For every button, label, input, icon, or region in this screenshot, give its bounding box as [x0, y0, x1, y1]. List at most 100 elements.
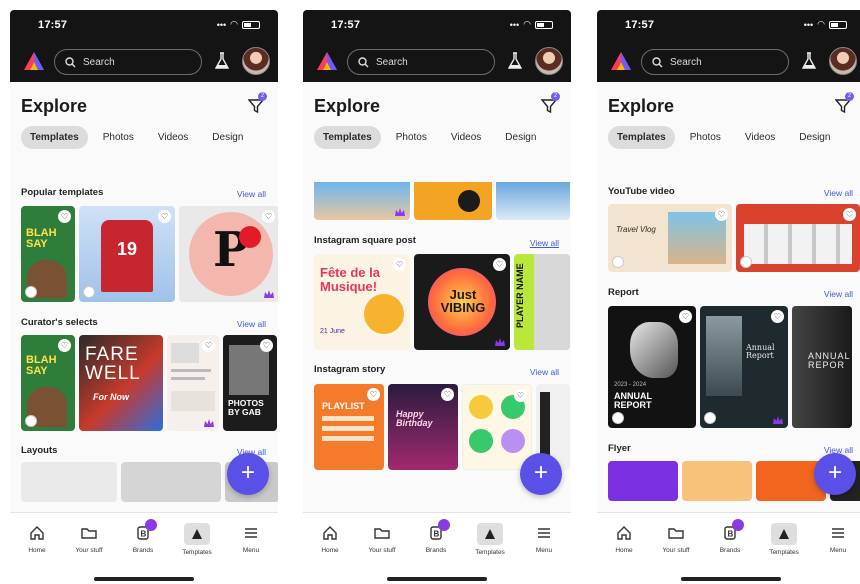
- tab-templates[interactable]: Templates: [314, 126, 381, 149]
- template-card[interactable]: Annual Report ♡: [700, 306, 788, 428]
- adobe-express-logo-icon[interactable]: [23, 51, 45, 71]
- template-card[interactable]: Happy Birthday ♡: [388, 384, 458, 470]
- stripe: [540, 392, 550, 462]
- tab-photos[interactable]: Photos: [387, 126, 436, 149]
- adobe-express-logo-icon[interactable]: [316, 51, 338, 71]
- page-title: Explore: [21, 96, 88, 116]
- template-card[interactable]: PLAYER NAME: [514, 254, 570, 350]
- favorite-heart-icon[interactable]: ♡: [679, 310, 692, 323]
- nav-brands[interactable]: B Brands: [412, 519, 460, 554]
- template-card[interactable]: 2023 - 2024 ANNUAL REPORT ♡: [608, 306, 696, 428]
- nav-menu[interactable]: Menu: [814, 523, 860, 554]
- search-input[interactable]: Search: [54, 49, 202, 75]
- template-card[interactable]: P ♡: [179, 206, 278, 302]
- template-card[interactable]: ♡: [736, 204, 860, 272]
- tab-photos[interactable]: Photos: [681, 126, 730, 149]
- nav-home[interactable]: Home: [306, 523, 354, 554]
- favorite-heart-icon[interactable]: ♡: [202, 339, 215, 352]
- tab-design[interactable]: Design: [203, 126, 252, 149]
- nav-templates[interactable]: Templates: [466, 523, 514, 556]
- favorite-heart-icon[interactable]: ♡: [260, 339, 273, 352]
- favorite-heart-icon[interactable]: ♡: [393, 258, 406, 271]
- template-card[interactable]: [496, 182, 570, 220]
- template-card[interactable]: ♡: [167, 335, 219, 431]
- template-card[interactable]: Just VIBING ♡: [414, 254, 510, 350]
- nav-label: Menu: [242, 547, 260, 554]
- flyer-card[interactable]: [608, 461, 678, 501]
- template-card[interactable]: 19 ♡: [79, 206, 175, 302]
- template-card[interactable]: BLAH SAY ♡: [21, 335, 75, 431]
- view-all-popular-link[interactable]: View all: [237, 189, 266, 199]
- tab-templates[interactable]: Templates: [21, 126, 88, 149]
- trumpet-shape: [364, 294, 404, 334]
- templates-icon: [771, 523, 797, 545]
- template-card[interactable]: FARE WELL For Now: [79, 335, 163, 431]
- nav-home[interactable]: Home: [13, 523, 61, 554]
- template-card[interactable]: ANNUAL REPOR: [792, 306, 852, 428]
- layout-card[interactable]: [21, 462, 117, 502]
- avatar[interactable]: [242, 47, 270, 75]
- tab-videos[interactable]: Videos: [149, 126, 197, 149]
- avatar[interactable]: [829, 47, 857, 75]
- view-all-report-link[interactable]: View all: [824, 289, 853, 299]
- view-all-instagram-square-link[interactable]: View all: [530, 238, 559, 248]
- tab-design[interactable]: Design: [790, 126, 839, 149]
- favorite-heart-icon[interactable]: ♡: [514, 389, 527, 402]
- search-input[interactable]: Search: [641, 49, 789, 75]
- nav-menu[interactable]: Menu: [227, 523, 275, 554]
- favorite-heart-icon[interactable]: ♡: [58, 339, 71, 352]
- tab-design[interactable]: Design: [496, 126, 545, 149]
- create-plus-button[interactable]: +: [520, 453, 562, 495]
- favorite-heart-icon[interactable]: ♡: [58, 210, 71, 223]
- brand-badge-icon: [438, 519, 450, 531]
- nav-home[interactable]: Home: [600, 523, 648, 554]
- template-card[interactable]: PLAYLIST ♡: [314, 384, 384, 470]
- flyer-card[interactable]: [682, 461, 752, 501]
- create-plus-button[interactable]: +: [227, 453, 269, 495]
- nav-your-stuff[interactable]: Your stuff: [358, 523, 406, 554]
- tab-photos[interactable]: Photos: [94, 126, 143, 149]
- template-card[interactable]: BLAH SAY ♡: [21, 206, 75, 302]
- avatar[interactable]: [535, 47, 563, 75]
- favorite-heart-icon[interactable]: ♡: [262, 210, 275, 223]
- nav-label: Menu: [829, 547, 847, 554]
- nav-templates[interactable]: Templates: [173, 523, 221, 556]
- view-all-curators-link[interactable]: View all: [237, 319, 266, 329]
- tab-videos[interactable]: Videos: [736, 126, 784, 149]
- flask-icon[interactable]: [215, 52, 229, 70]
- nav-brands[interactable]: B Brands: [119, 519, 167, 554]
- nav-your-stuff[interactable]: Your stuff: [652, 523, 700, 554]
- favorite-heart-icon[interactable]: ♡: [771, 310, 784, 323]
- nav-menu[interactable]: Menu: [520, 523, 568, 554]
- template-card[interactable]: [414, 182, 492, 220]
- nav-your-stuff[interactable]: Your stuff: [65, 523, 113, 554]
- nav-brands[interactable]: B Brands: [706, 519, 754, 554]
- layout-card[interactable]: [121, 462, 221, 502]
- view-all-youtube-link[interactable]: View all: [824, 188, 853, 198]
- brand-badge-icon: [145, 519, 157, 531]
- search-input[interactable]: Search: [347, 49, 495, 75]
- template-card[interactable]: PHOTOS BY GAB ♡: [223, 335, 277, 431]
- flask-icon[interactable]: [802, 52, 816, 70]
- favorite-heart-icon[interactable]: ♡: [441, 388, 454, 401]
- svg-text:B: B: [141, 530, 147, 539]
- tab-videos[interactable]: Videos: [442, 126, 490, 149]
- template-card[interactable]: Travel Vlog ♡: [608, 204, 732, 272]
- favorite-heart-icon[interactable]: ♡: [367, 388, 380, 401]
- template-card[interactable]: Fête de la Musique! 21 June ♡: [314, 254, 410, 350]
- template-card[interactable]: ♡: [462, 384, 532, 470]
- page-title: Explore: [314, 96, 381, 116]
- nav-templates[interactable]: Templates: [760, 523, 808, 556]
- favorite-heart-icon[interactable]: ♡: [158, 210, 171, 223]
- favorite-heart-icon[interactable]: ♡: [493, 258, 506, 271]
- battery-icon: [535, 20, 553, 29]
- favorite-heart-icon[interactable]: ♡: [715, 208, 728, 221]
- view-all-instagram-story-link[interactable]: View all: [530, 367, 559, 377]
- create-plus-button[interactable]: +: [814, 453, 856, 495]
- template-card[interactable]: [314, 182, 410, 220]
- favorite-heart-icon[interactable]: ♡: [843, 208, 856, 221]
- nav-label: Brands: [132, 547, 154, 554]
- adobe-express-logo-icon[interactable]: [610, 51, 632, 71]
- flask-icon[interactable]: [508, 52, 522, 70]
- tab-templates[interactable]: Templates: [608, 126, 675, 149]
